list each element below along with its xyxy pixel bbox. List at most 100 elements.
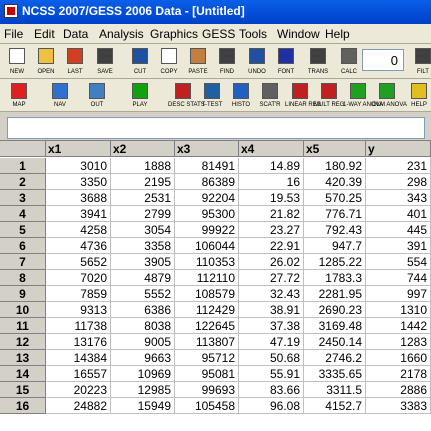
table-cell[interactable]: 7859 — [46, 286, 111, 302]
row-header[interactable]: 6 — [0, 238, 46, 254]
table-cell[interactable]: 20223 — [46, 382, 111, 398]
table-cell[interactable]: 83.66 — [239, 382, 304, 398]
nav-button[interactable]: NAV — [45, 81, 75, 109]
new-button[interactable]: NEW — [2, 46, 32, 76]
row-header[interactable]: 16 — [0, 398, 46, 414]
row-header[interactable]: 11 — [0, 318, 46, 334]
row-header[interactable]: 9 — [0, 286, 46, 302]
table-cell[interactable]: 27.72 — [239, 270, 304, 286]
table-cell[interactable]: 11738 — [46, 318, 111, 334]
table-cell[interactable]: 37.38 — [239, 318, 304, 334]
menu-analysis[interactable]: Analysis — [99, 27, 144, 41]
column-header-x1[interactable]: x1 — [46, 141, 111, 157]
table-cell[interactable]: 3383 — [366, 398, 431, 414]
paste-button[interactable]: PASTE — [183, 46, 213, 76]
table-cell[interactable]: 99693 — [175, 382, 239, 398]
glm-button[interactable]: GLM ANOVA — [372, 81, 407, 109]
cut-button[interactable]: CUT — [125, 46, 155, 76]
descstats-button[interactable]: DESC STATS — [168, 81, 205, 109]
row-header[interactable]: 14 — [0, 366, 46, 382]
table-cell[interactable]: 81491 — [175, 158, 239, 174]
table-cell[interactable]: 7020 — [46, 270, 111, 286]
trans-button[interactable]: TRANS — [303, 46, 333, 76]
menu-file[interactable]: File — [4, 27, 23, 41]
table-cell[interactable]: 2178 — [366, 366, 431, 382]
table-cell[interactable]: 2531 — [111, 190, 175, 206]
table-cell[interactable]: 23.27 — [239, 222, 304, 238]
table-cell[interactable]: 5652 — [46, 254, 111, 270]
table-cell[interactable]: 112429 — [175, 302, 239, 318]
menu-edit[interactable]: Edit — [34, 27, 55, 41]
column-header-x2[interactable]: x2 — [111, 141, 175, 157]
table-cell[interactable]: 554 — [366, 254, 431, 270]
undo-button[interactable]: UNDO — [242, 46, 272, 76]
last-button[interactable]: LAST — [60, 46, 90, 76]
map-button[interactable]: MAP — [4, 81, 34, 109]
table-cell[interactable]: 2450.14 — [304, 334, 366, 350]
table-cell[interactable]: 55.91 — [239, 366, 304, 382]
table-cell[interactable]: 420.39 — [304, 174, 366, 190]
table-cell[interactable]: 1285.22 — [304, 254, 366, 270]
table-cell[interactable]: 112110 — [175, 270, 239, 286]
table-cell[interactable]: 3311.5 — [304, 382, 366, 398]
row-header[interactable]: 1 — [0, 158, 46, 174]
table-cell[interactable]: 38.91 — [239, 302, 304, 318]
table-cell[interactable]: 105458 — [175, 398, 239, 414]
row-header[interactable]: 5 — [0, 222, 46, 238]
table-cell[interactable]: 95300 — [175, 206, 239, 222]
table-cell[interactable]: 122645 — [175, 318, 239, 334]
save-button[interactable]: SAVE — [90, 46, 120, 76]
table-cell[interactable]: 99922 — [175, 222, 239, 238]
menu-tools[interactable]: Tools — [239, 27, 267, 41]
table-cell[interactable]: 1888 — [111, 158, 175, 174]
table-cell[interactable]: 343 — [366, 190, 431, 206]
filter-button[interactable]: FILT — [408, 46, 431, 76]
table-cell[interactable]: 2690.23 — [304, 302, 366, 318]
table-cell[interactable]: 3905 — [111, 254, 175, 270]
multreg-button[interactable]: MULT REG — [314, 81, 344, 109]
table-cell[interactable]: 113807 — [175, 334, 239, 350]
formula-bar[interactable] — [7, 117, 425, 139]
table-cell[interactable]: 9313 — [46, 302, 111, 318]
row-header[interactable]: 13 — [0, 350, 46, 366]
table-cell[interactable]: 32.43 — [239, 286, 304, 302]
table-cell[interactable]: 106044 — [175, 238, 239, 254]
table-cell[interactable]: 110353 — [175, 254, 239, 270]
table-cell[interactable]: 9663 — [111, 350, 175, 366]
table-cell[interactable]: 391 — [366, 238, 431, 254]
open-button[interactable]: OPEN — [31, 46, 61, 76]
table-cell[interactable]: 3358 — [111, 238, 175, 254]
table-cell[interactable]: 570.25 — [304, 190, 366, 206]
table-cell[interactable]: 16 — [239, 174, 304, 190]
table-cell[interactable]: 14.89 — [239, 158, 304, 174]
table-cell[interactable]: 1442 — [366, 318, 431, 334]
grid-corner[interactable] — [0, 141, 46, 157]
table-cell[interactable]: 50.68 — [239, 350, 304, 366]
table-cell[interactable]: 4258 — [46, 222, 111, 238]
table-cell[interactable]: 1783.3 — [304, 270, 366, 286]
column-header-x5[interactable]: x5 — [304, 141, 366, 157]
linearreg-button[interactable]: LINEAR REG — [285, 81, 321, 109]
table-cell[interactable]: 1660 — [366, 350, 431, 366]
out-button[interactable]: OUT — [82, 81, 112, 109]
calc-button[interactable]: CALC — [334, 46, 364, 76]
table-cell[interactable]: 1283 — [366, 334, 431, 350]
table-cell[interactable]: 9005 — [111, 334, 175, 350]
table-cell[interactable]: 445 — [366, 222, 431, 238]
menu-gess[interactable]: GESS — [202, 27, 235, 41]
table-cell[interactable]: 95081 — [175, 366, 239, 382]
table-cell[interactable]: 401 — [366, 206, 431, 222]
row-header[interactable]: 15 — [0, 382, 46, 398]
row-header[interactable]: 12 — [0, 334, 46, 350]
table-cell[interactable]: 86389 — [175, 174, 239, 190]
menu-help[interactable]: Help — [325, 27, 350, 41]
font-button[interactable]: FONT — [271, 46, 301, 76]
table-cell[interactable]: 2281.95 — [304, 286, 366, 302]
table-cell[interactable]: 24882 — [46, 398, 111, 414]
table-cell[interactable]: 19.53 — [239, 190, 304, 206]
table-cell[interactable]: 997 — [366, 286, 431, 302]
table-cell[interactable]: 2746.2 — [304, 350, 366, 366]
table-cell[interactable]: 4152.7 — [304, 398, 366, 414]
find-button[interactable]: FIND — [212, 46, 242, 76]
table-cell[interactable]: 3010 — [46, 158, 111, 174]
